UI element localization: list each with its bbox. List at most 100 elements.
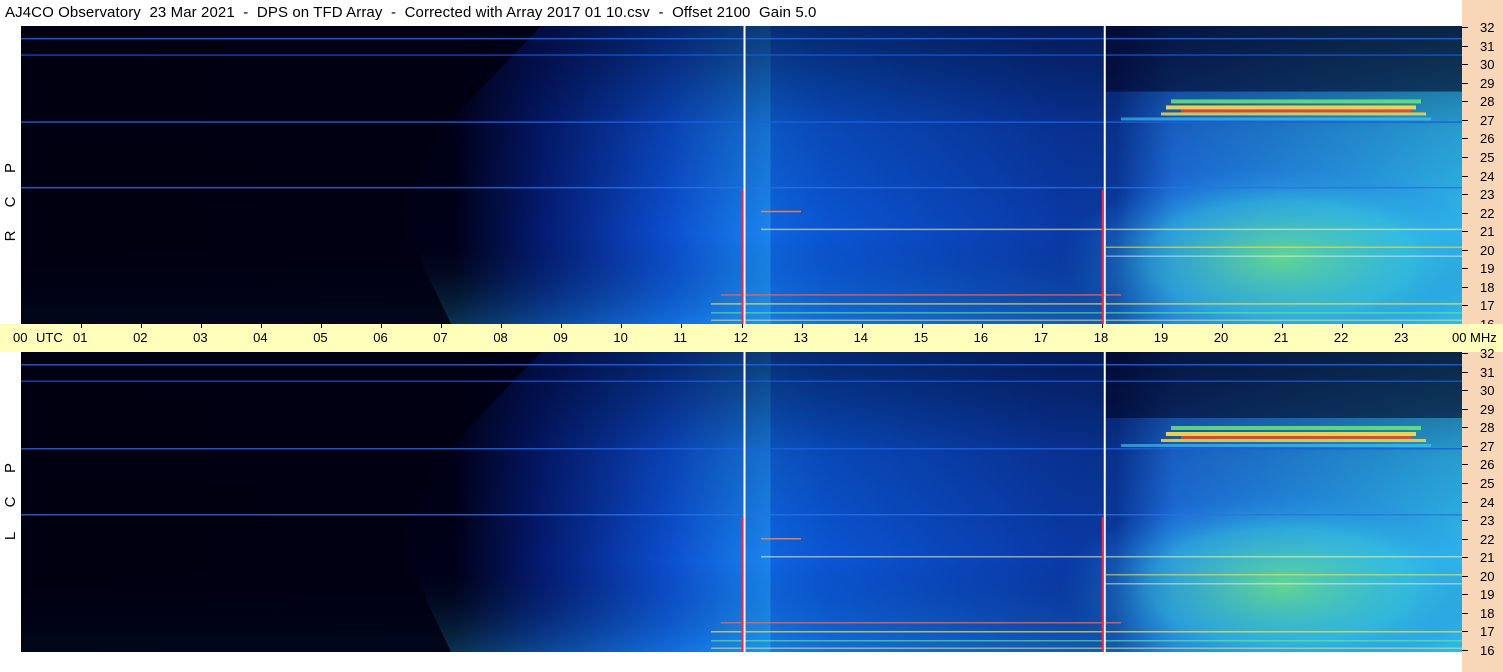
mhz-tick xyxy=(1462,464,1468,466)
mhz-label-24: 24 xyxy=(1480,494,1495,510)
hour-label-06: 06 xyxy=(373,330,388,345)
mhz-tick xyxy=(1462,408,1468,410)
mhz-tick xyxy=(1462,119,1468,121)
window-title: AJ4CO Observatory 23 Mar 2021 - DPS on T… xyxy=(5,4,817,21)
lcp-frequency-scale: 32 31 30 29 28 27 26 25 24 23 22 21 20 19 18 17 16 xyxy=(1462,347,1503,672)
mhz-tick xyxy=(1462,631,1468,633)
mhz-tick xyxy=(1462,501,1468,503)
hour-tick xyxy=(1221,324,1223,328)
emission-band xyxy=(711,303,1462,305)
mhz-label-23: 23 xyxy=(1480,187,1495,203)
mhz-tick xyxy=(1462,557,1468,559)
rcp-channel-label: P C R xyxy=(0,26,21,324)
hour-tick xyxy=(1161,324,1163,328)
hour-tick xyxy=(501,324,503,328)
emission-band xyxy=(711,640,1462,642)
time-unit-label: MHz xyxy=(1470,330,1497,345)
emission-band xyxy=(21,186,1462,189)
rcp-spectrogram-panel xyxy=(21,26,1462,324)
mhz-tick xyxy=(1462,286,1468,288)
mhz-tick xyxy=(1462,594,1468,596)
hour-tick xyxy=(441,324,443,328)
hour-label-07: 07 xyxy=(433,330,448,345)
hour-tick xyxy=(321,324,323,328)
mhz-tick xyxy=(1462,175,1468,177)
emission-band xyxy=(721,622,1121,624)
mhz-tick xyxy=(1462,156,1468,158)
hour-tick xyxy=(1101,324,1103,328)
mhz-label-22: 22 xyxy=(1480,531,1495,547)
mhz-label-20: 20 xyxy=(1480,568,1495,584)
mhz-tick xyxy=(1462,520,1468,522)
time-end-label: 00 xyxy=(1452,330,1467,345)
lcp-channel-label: P C L xyxy=(0,352,21,672)
mhz-label-30: 30 xyxy=(1480,383,1495,399)
mhz-label-17: 17 xyxy=(1480,624,1495,640)
emission-band xyxy=(21,121,1462,123)
mhz-tick xyxy=(1462,101,1468,103)
hour-tick xyxy=(1401,324,1403,328)
emission-band xyxy=(711,312,1462,314)
mhz-tick xyxy=(1462,390,1468,392)
mhz-tick xyxy=(1462,249,1468,251)
mhz-label-25: 25 xyxy=(1480,149,1495,165)
mhz-label-20: 20 xyxy=(1480,242,1495,258)
mhz-tick xyxy=(1462,305,1468,307)
marker-line-red xyxy=(741,517,744,652)
emission-band xyxy=(1181,436,1411,439)
hour-label-18: 18 xyxy=(1093,330,1109,345)
emission-band xyxy=(21,364,1462,366)
emission-band xyxy=(761,228,1462,231)
mhz-label-22: 22 xyxy=(1480,205,1495,221)
hour-tick xyxy=(381,324,383,328)
hour-label-12: 12 xyxy=(733,330,748,345)
hour-label-23: 23 xyxy=(1393,330,1409,345)
emission-band xyxy=(21,54,1462,56)
mhz-tick xyxy=(1462,371,1468,373)
emission-band xyxy=(1171,99,1421,104)
hour-tick xyxy=(981,324,983,328)
hour-tick xyxy=(1281,324,1283,328)
marker-line xyxy=(743,26,746,324)
emission-band xyxy=(1166,105,1416,110)
mhz-tick xyxy=(1462,650,1468,651)
hour-label-13: 13 xyxy=(793,330,808,345)
hour-tick xyxy=(861,324,863,328)
emission-band xyxy=(1106,246,1462,249)
hour-label-16: 16 xyxy=(973,330,989,345)
hour-tick xyxy=(801,324,803,328)
hour-label-20: 20 xyxy=(1213,330,1229,345)
hour-label-11: 11 xyxy=(673,330,687,345)
hour-label-02: 02 xyxy=(133,330,148,345)
mhz-label-28: 28 xyxy=(1480,420,1495,436)
mhz-label-30: 30 xyxy=(1480,57,1495,73)
emission-band xyxy=(1161,439,1426,442)
emission-band xyxy=(1106,574,1462,576)
hour-tick xyxy=(261,324,263,328)
hour-label-15: 15 xyxy=(913,330,929,345)
emission-band xyxy=(1171,426,1421,430)
mhz-label-25: 25 xyxy=(1480,475,1495,491)
mhz-label-31: 31 xyxy=(1480,38,1495,54)
title-bar: AJ4CO Observatory 23 Mar 2021 - DPS on T… xyxy=(0,0,1462,26)
marker-line xyxy=(1103,26,1106,324)
hour-label-10: 10 xyxy=(613,330,628,345)
emission-band xyxy=(761,556,1462,558)
hour-tick xyxy=(201,324,203,328)
mhz-tick xyxy=(1462,612,1468,614)
hour-tick xyxy=(1341,324,1343,328)
mhz-tick xyxy=(1462,538,1468,540)
spectrogram-image xyxy=(21,26,1462,324)
hour-label-19: 19 xyxy=(1153,330,1169,345)
emission-band xyxy=(721,294,1121,296)
time-utc-label: UTC xyxy=(36,330,63,345)
hour-tick xyxy=(1041,324,1043,328)
mhz-label-28: 28 xyxy=(1480,94,1495,110)
mhz-tick xyxy=(1462,212,1468,214)
mhz-tick xyxy=(1462,231,1468,233)
mhz-label-32: 32 xyxy=(1480,346,1495,361)
mhz-label-27: 27 xyxy=(1480,112,1495,128)
mhz-label-26: 26 xyxy=(1480,131,1495,147)
rcp-frequency-scale: 3231302928272625242322212019181716 xyxy=(1462,21,1503,331)
emission-band xyxy=(21,448,1462,450)
